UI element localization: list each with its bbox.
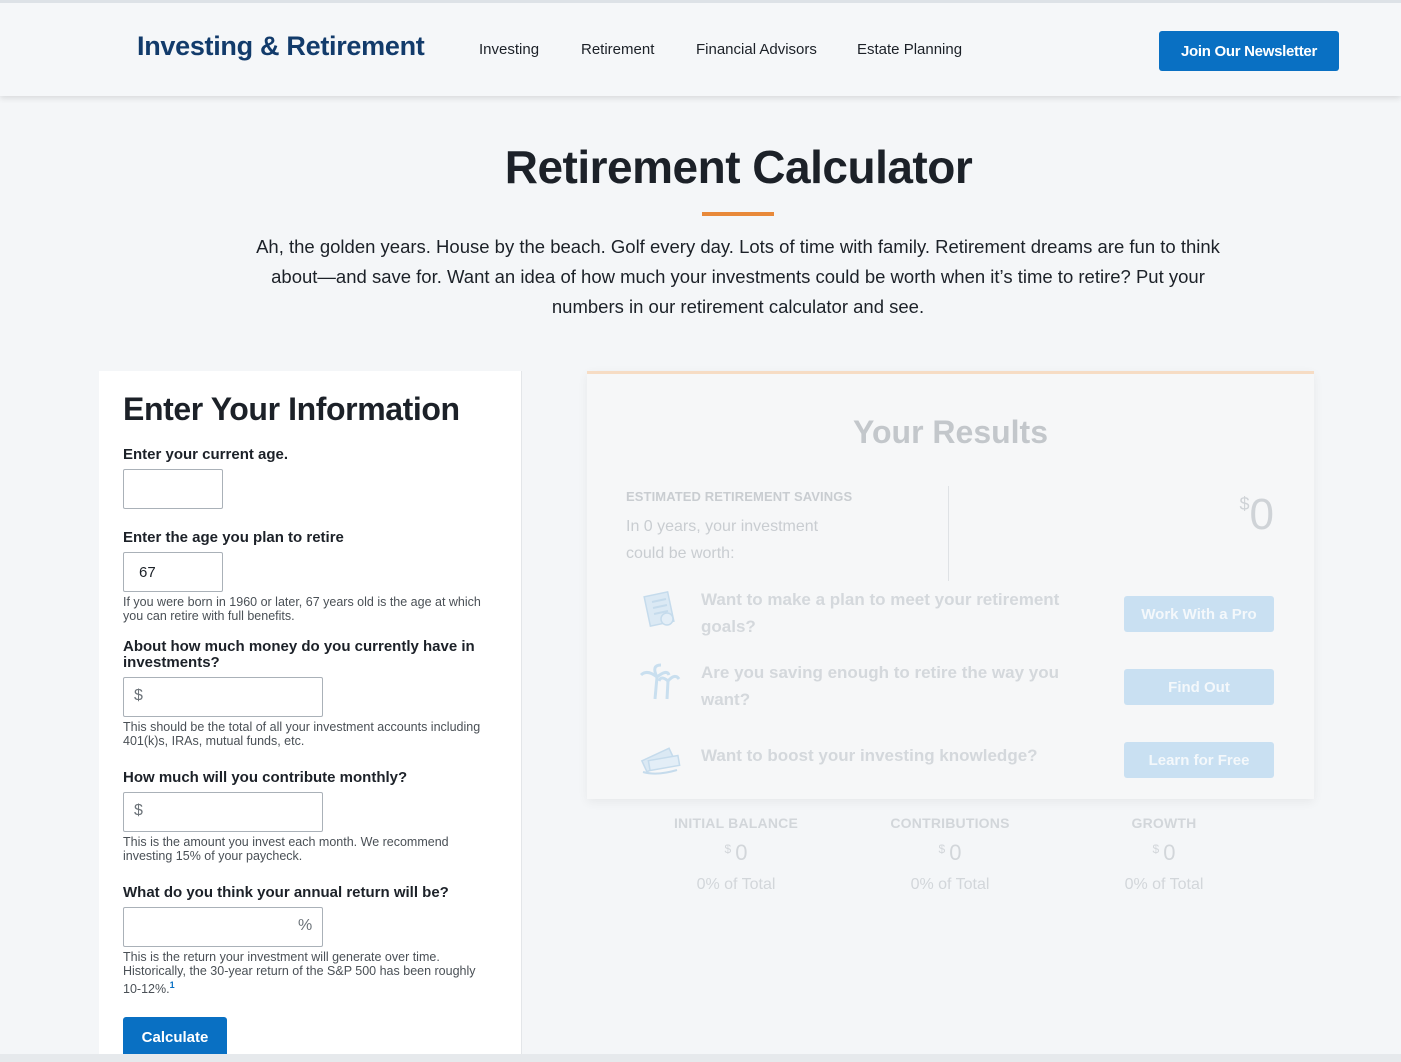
- results-title: Your Results: [853, 414, 1048, 450]
- annual-return-hint-text: This is the return your investment will …: [123, 950, 476, 997]
- stat-value: $0: [850, 840, 1050, 866]
- monthly-label: How much will you contribute monthly?: [123, 769, 408, 786]
- currency-symbol: $: [1239, 494, 1250, 514]
- stat-value: $0: [1064, 840, 1264, 866]
- intro-text: Ah, the golden years. House by the beach…: [256, 236, 1220, 317]
- stat-value: $0: [636, 840, 836, 866]
- cta-text: Want to make a plan to meet your retirem…: [701, 590, 1060, 636]
- annual-return-input[interactable]: [123, 907, 323, 947]
- calculate-button[interactable]: Calculate: [123, 1017, 227, 1057]
- cta-row-find-out: Are you saving enough to retire the way …: [587, 659, 1314, 719]
- stat-percent: 0% of Total: [1124, 876, 1204, 893]
- current-age-input[interactable]: [123, 469, 223, 509]
- work-with-pro-button[interactable]: Work With a Pro: [1124, 596, 1274, 632]
- estimated-savings-label: ESTIMATED RETIREMENT SAVINGS: [626, 489, 853, 504]
- site-header: Investing & Retirement Investing Retirem…: [0, 0, 1401, 96]
- percent-suffix: %: [298, 917, 313, 934]
- results-card: Your Results ESTIMATED RETIREMENT SAVING…: [587, 371, 1314, 799]
- investments-hint: This should be the total of all your inv…: [123, 720, 481, 748]
- retire-age-input[interactable]: [123, 552, 223, 592]
- investments-input[interactable]: [123, 677, 323, 717]
- page-title: Retirement Calculator: [504, 141, 973, 193]
- stat-percent: 0% of Total: [910, 876, 990, 893]
- stat-amount: 0: [949, 840, 962, 865]
- nav-retirement[interactable]: Retirement: [581, 41, 654, 58]
- information-form: Enter Your Information Enter your curren…: [99, 371, 522, 1062]
- money-stack-icon: [640, 747, 681, 775]
- palm-trees-icon: [639, 663, 681, 700]
- learn-for-free-button[interactable]: Learn for Free: [1124, 742, 1274, 778]
- cta-row-pro: Want to make a plan to meet your retirem…: [587, 586, 1314, 646]
- footnote-link[interactable]: 1: [170, 980, 175, 990]
- retire-age-hint: If you were born in 1960 or later, 67 ye…: [123, 595, 481, 623]
- annual-return-label: What do you think your annual return wil…: [123, 884, 449, 901]
- dollar-prefix: $: [134, 802, 143, 819]
- nav-investing[interactable]: Investing: [479, 41, 539, 58]
- join-newsletter-button[interactable]: Join Our Newsletter: [1159, 31, 1339, 71]
- stat-growth: GROWTH $0 0% of Total: [1064, 815, 1264, 894]
- currency-symbol: $: [938, 842, 946, 856]
- checklist-icon: [643, 590, 675, 628]
- retire-age-label: Enter the age you plan to retire: [123, 529, 344, 546]
- currency-symbol: $: [1152, 842, 1160, 856]
- monthly-hint: This is the amount you invest each month…: [123, 835, 449, 863]
- annual-return-hint: This is the return your investment will …: [123, 950, 483, 996]
- stat-label: GROWTH: [1131, 815, 1197, 831]
- monthly-contribution-input[interactable]: [123, 792, 323, 832]
- current-age-label: Enter your current age.: [123, 446, 289, 463]
- estimated-savings-subtext: In 0 years, your investment could be wor…: [626, 518, 819, 562]
- cta-row-learn: Want to boost your investing knowledge? …: [587, 742, 1314, 802]
- dollar-prefix: $: [134, 687, 143, 704]
- stat-label: CONTRIBUTIONS: [890, 815, 1010, 831]
- estimated-amount: 0: [1249, 490, 1274, 539]
- nav-financial-advisors[interactable]: Financial Advisors: [696, 41, 817, 58]
- stat-label: INITIAL BALANCE: [673, 815, 799, 831]
- investments-label: About how much money do you currently ha…: [123, 638, 475, 671]
- brand-logo[interactable]: Investing & Retirement: [137, 31, 425, 62]
- stat-contributions: CONTRIBUTIONS $0 0% of Total: [850, 815, 1050, 894]
- form-heading: Enter Your Information: [123, 391, 460, 427]
- cta-text: Are you saving enough to retire the way …: [701, 663, 1060, 709]
- title-underline: [702, 212, 774, 216]
- stat-percent: 0% of Total: [696, 876, 776, 893]
- nav-estate-planning[interactable]: Estate Planning: [857, 41, 962, 58]
- find-out-button[interactable]: Find Out: [1124, 669, 1274, 705]
- cta-text: Want to boost your investing knowledge?: [701, 746, 1038, 765]
- results-divider: [948, 486, 949, 581]
- stat-initial-balance: INITIAL BALANCE $0 0% of Total: [636, 815, 836, 894]
- currency-symbol: $: [724, 842, 732, 856]
- stat-amount: 0: [735, 840, 748, 865]
- stat-amount: 0: [1163, 840, 1176, 865]
- estimated-savings-value: $0: [1240, 490, 1275, 540]
- page-bottom-strip: [0, 1054, 1401, 1062]
